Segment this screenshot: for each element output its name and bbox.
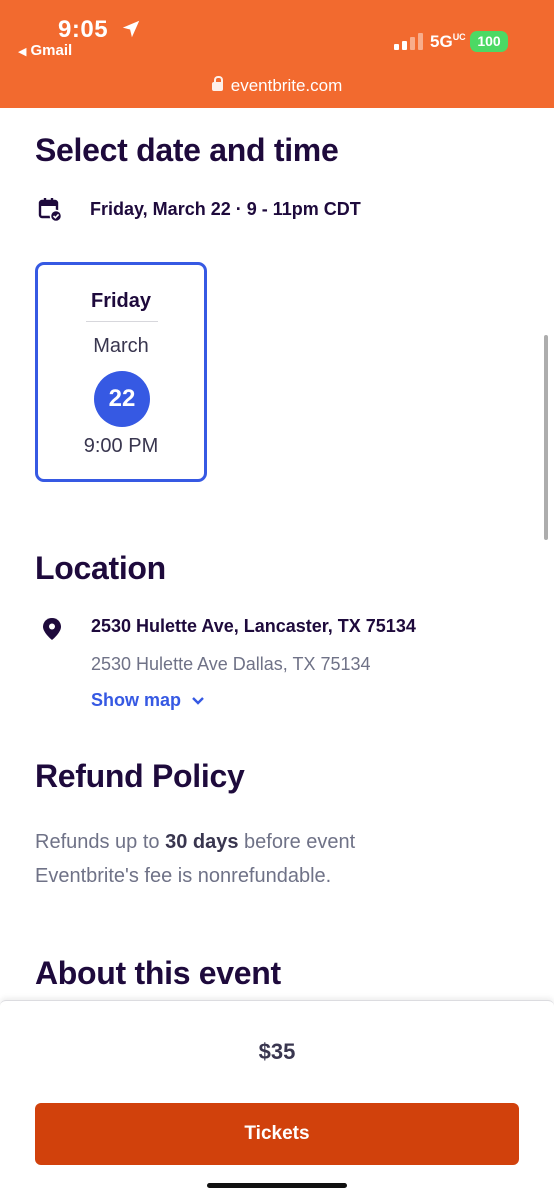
back-app-label: Gmail bbox=[30, 42, 73, 59]
back-to-app-link[interactable]: ◀ Gmail bbox=[18, 42, 72, 59]
date-card-weekday: Friday bbox=[90, 290, 152, 312]
home-indicator[interactable] bbox=[207, 1183, 347, 1188]
chevron-down-icon bbox=[192, 696, 204, 705]
battery-indicator: 100 bbox=[470, 31, 508, 52]
location-address-subtitle: 2530 Hulette Ave Dallas, TX 75134 bbox=[91, 654, 371, 674]
network-suffix: UC bbox=[452, 32, 466, 42]
refund-days: 30 days bbox=[165, 831, 239, 853]
show-map-label: Show map bbox=[91, 690, 182, 710]
date-summary-text: Friday, March 22 · 9 - 11pm CDT bbox=[90, 198, 361, 219]
section-heading-refund: Refund Policy bbox=[35, 758, 245, 794]
network-label: 5G bbox=[430, 32, 453, 51]
date-card-month: March bbox=[93, 335, 149, 357]
date-summary-row: Friday, March 22 · 9 - 11pm CDT bbox=[38, 196, 361, 222]
tickets-button[interactable]: Tickets bbox=[35, 1103, 519, 1165]
location-arrow-icon bbox=[122, 20, 140, 38]
network-type: 5GUC bbox=[430, 32, 466, 52]
location-address-title: 2530 Hulette Ave, Lancaster, TX 75134 bbox=[91, 616, 416, 636]
map-pin-icon bbox=[43, 618, 61, 640]
cellular-signal-icon bbox=[394, 32, 423, 50]
refund-prefix: Refunds up to bbox=[35, 831, 166, 853]
section-heading-date: Select date and time bbox=[35, 132, 339, 168]
refund-suffix: before event bbox=[238, 831, 356, 853]
status-time: 9:05 bbox=[58, 16, 109, 43]
page-scrollbar[interactable] bbox=[544, 335, 548, 540]
lock-icon bbox=[211, 76, 223, 91]
browser-top-bar: 9:05 ◀ Gmail 5GUC 100 eventbrite.com bbox=[0, 0, 554, 108]
ticket-price: $35 bbox=[258, 1039, 296, 1064]
refund-policy-text: Refunds up to 30 days before event Event… bbox=[35, 825, 355, 893]
date-card-day-badge: 22 bbox=[94, 371, 150, 427]
url-bar[interactable]: eventbrite.com bbox=[0, 76, 554, 96]
section-heading-about: About this event bbox=[35, 955, 281, 991]
refund-fee-note: Eventbrite's fee is nonrefundable. bbox=[35, 865, 332, 887]
back-triangle-icon: ◀ bbox=[18, 46, 27, 58]
date-option-card[interactable]: Friday March 22 9:00 PM bbox=[35, 262, 207, 482]
date-card-time: 9:00 PM bbox=[83, 435, 159, 457]
url-text: eventbrite.com bbox=[230, 76, 343, 95]
section-heading-location: Location bbox=[35, 550, 166, 586]
show-map-button[interactable]: Show map bbox=[91, 690, 205, 711]
date-card-divider bbox=[86, 321, 158, 322]
checkout-bar: $35 Tickets bbox=[0, 1000, 554, 1200]
calendar-check-icon bbox=[38, 198, 62, 222]
